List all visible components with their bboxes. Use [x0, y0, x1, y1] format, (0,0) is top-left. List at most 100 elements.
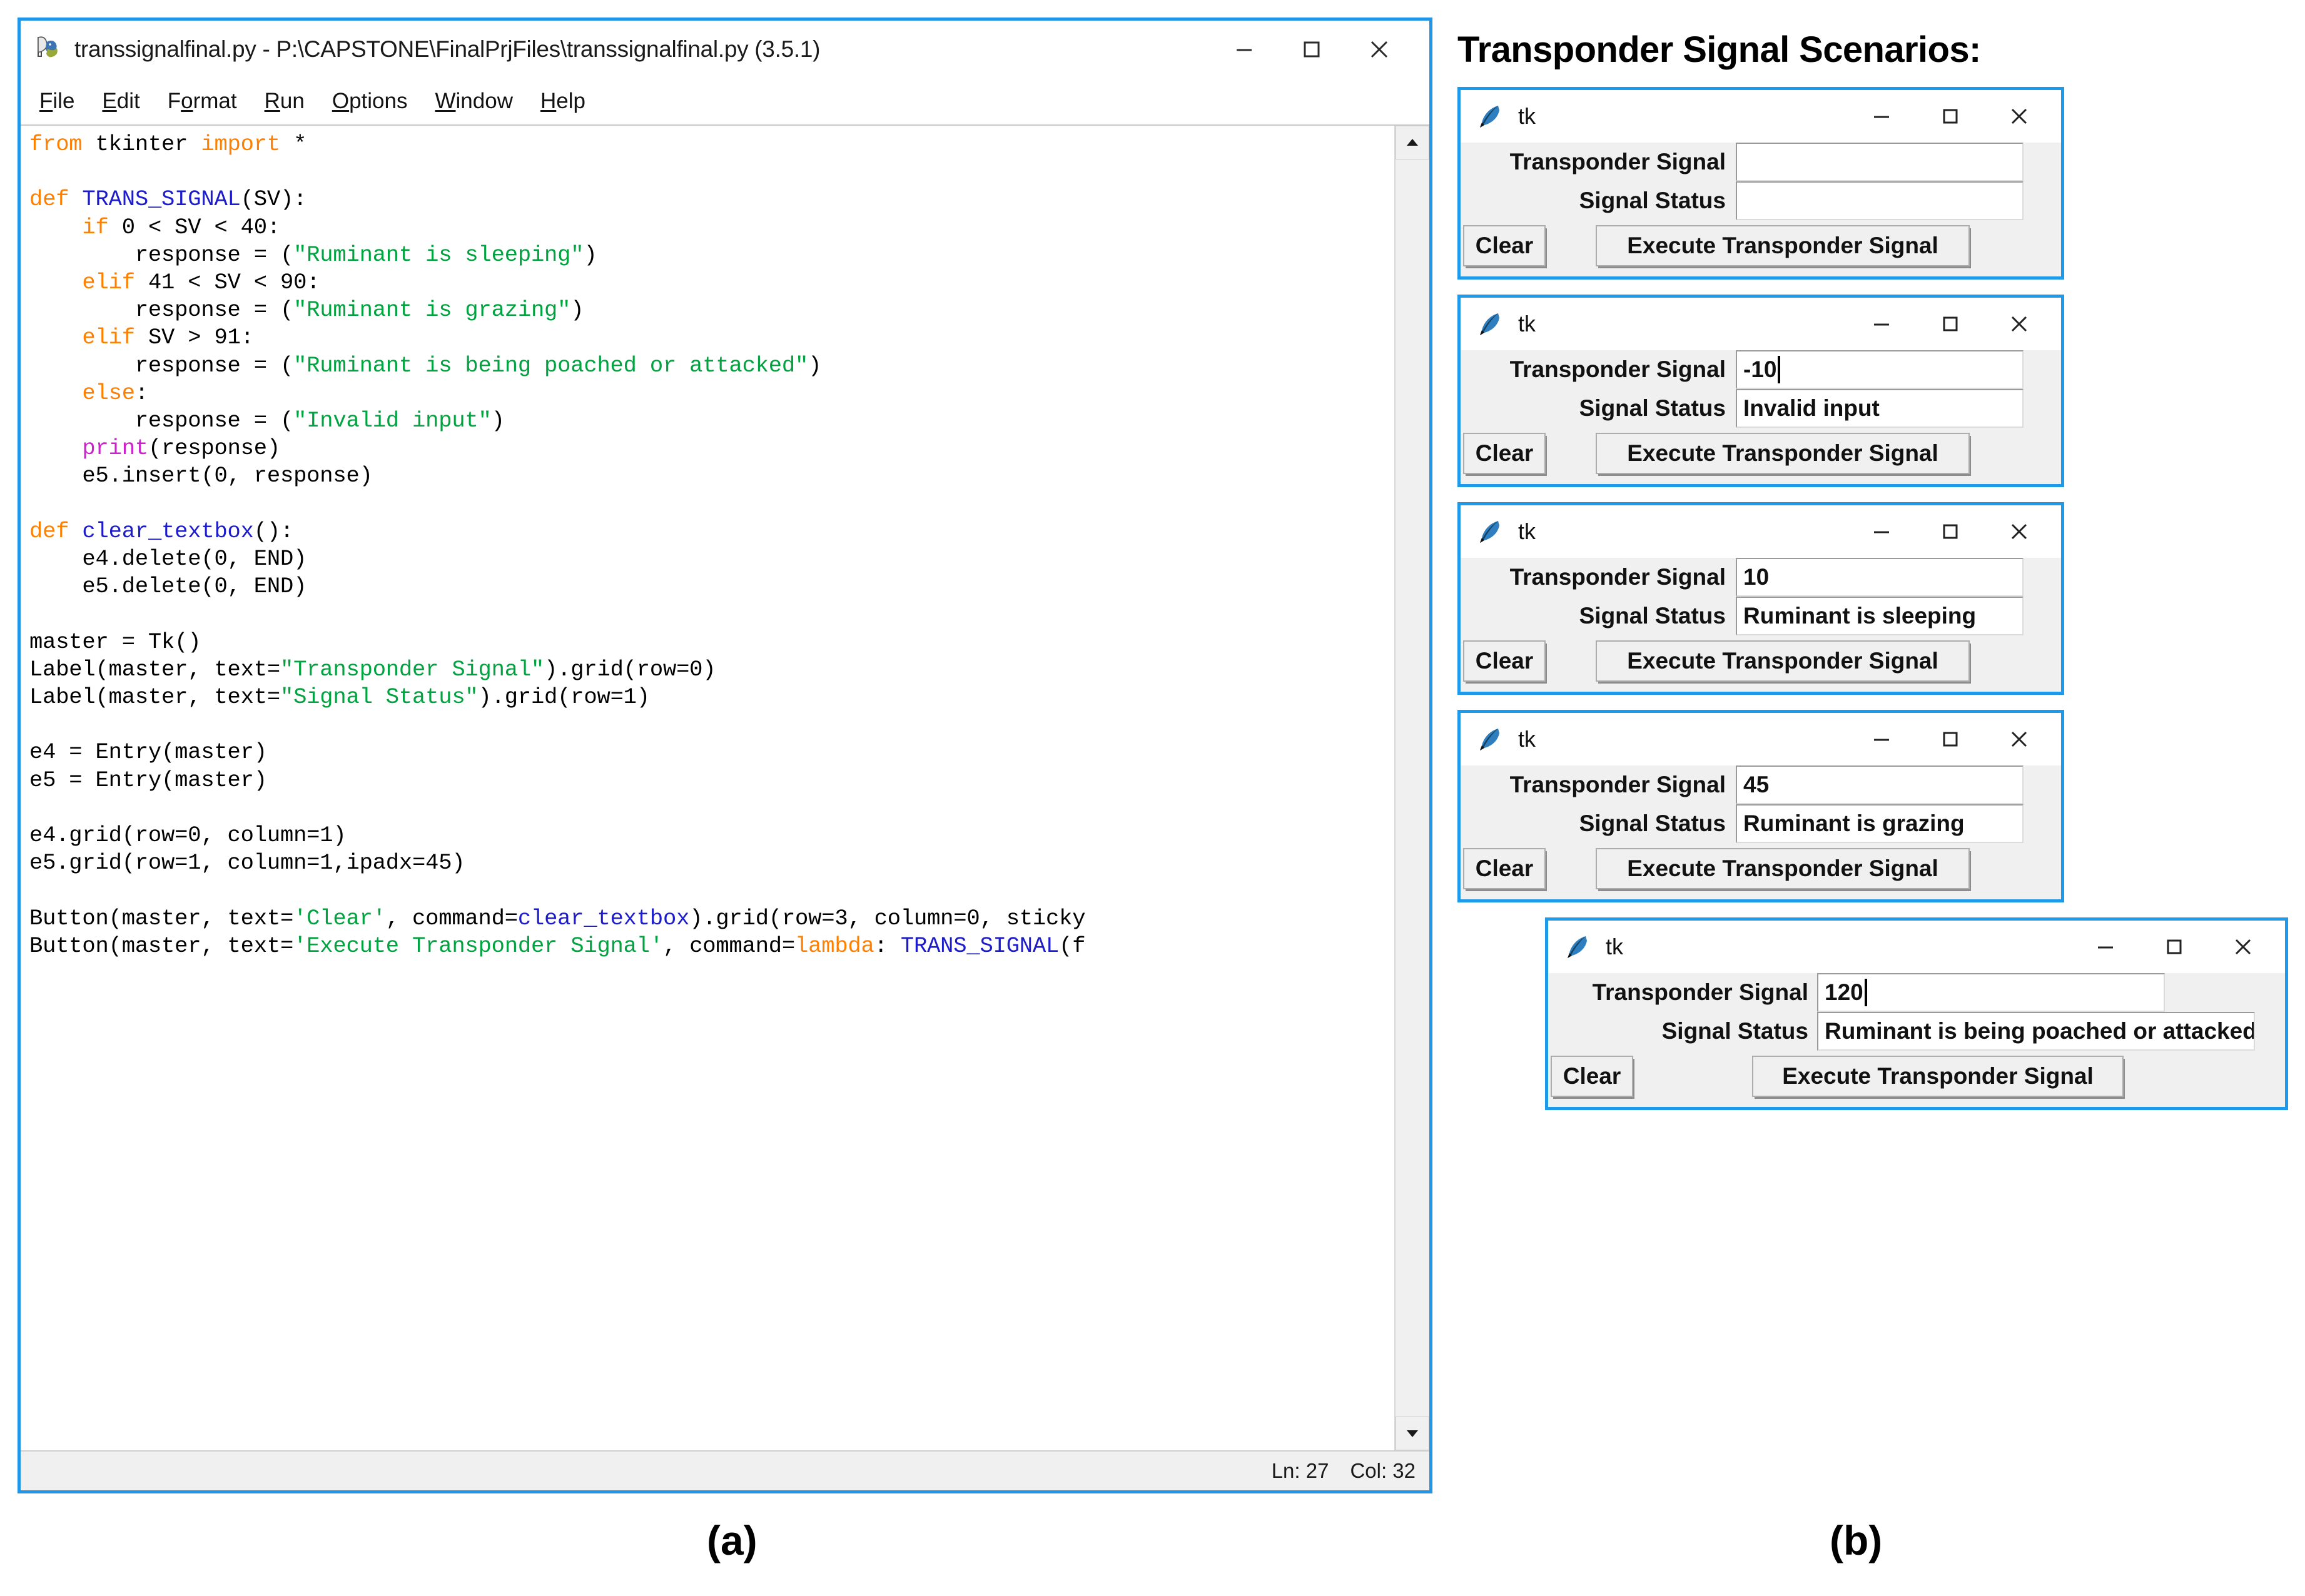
signal-row: Transponder Signal45 — [1461, 765, 2061, 804]
feather-icon — [1477, 310, 1504, 338]
minimize-icon[interactable] — [1847, 715, 1916, 763]
maximize-icon[interactable] — [1916, 508, 1985, 555]
close-icon[interactable] — [1985, 508, 2054, 555]
signal-status-label: Signal Status — [1461, 599, 1736, 633]
execute-transponder-signal-button[interactable]: Execute Transponder Signal — [1596, 848, 1970, 889]
feather-icon — [1477, 725, 1504, 753]
signal-status-label: Signal Status — [1461, 391, 1736, 425]
tk-titlebar: tk — [1461, 713, 2061, 765]
minimize-icon[interactable] — [1847, 93, 1916, 140]
feather-icon — [1564, 933, 1592, 961]
clear-button[interactable]: Clear — [1463, 225, 1546, 266]
idle-statusbar: Ln: 27 Col: 32 — [21, 1450, 1429, 1490]
execute-transponder-signal-button[interactable]: Execute Transponder Signal — [1596, 225, 1970, 266]
menu-file[interactable]: File — [39, 89, 74, 114]
tk-window-controls — [1847, 300, 2061, 348]
vertical-scrollbar[interactable] — [1394, 126, 1429, 1450]
tk-window-body: Transponder SignalSignal Status Clear Exec… — [1461, 143, 2061, 276]
scroll-up-icon[interactable] — [1396, 126, 1429, 159]
tk-window-title: tk — [1606, 934, 1623, 960]
clear-button[interactable]: Clear — [1551, 1056, 1633, 1097]
minimize-icon[interactable] — [1847, 300, 1916, 348]
signal-status-value: Invalid input — [1743, 395, 1880, 422]
status-row: Signal Status Ruminant is being poached o… — [1548, 1012, 2285, 1051]
execute-transponder-signal-button[interactable]: Execute Transponder Signal — [1596, 433, 1970, 474]
signal-status-label: Signal Status — [1461, 807, 1736, 841]
tk-window-title: tk — [1518, 311, 1536, 337]
close-icon[interactable] — [1345, 23, 1413, 76]
signal-status-input[interactable]: Ruminant is sleeping — [1736, 597, 2024, 635]
signal-status-label: Signal Status — [1548, 1014, 1817, 1048]
menu-format[interactable]: Format — [168, 89, 237, 114]
maximize-icon[interactable] — [1916, 300, 1985, 348]
tk-window-3: tkTransponder Signal10Signal StatusRumin… — [1457, 502, 2064, 695]
idle-window-controls — [1210, 23, 1429, 76]
transponder-signal-label: Transponder Signal — [1461, 768, 1736, 802]
transponder-signal-label: Transponder Signal — [1548, 976, 1817, 1009]
minimize-icon[interactable] — [2071, 923, 2140, 971]
signal-status-input[interactable]: Ruminant is being poached or attacked — [1817, 1012, 2255, 1051]
button-row: Clear Execute Transponder Signal — [1461, 428, 2061, 474]
menu-run[interactable]: Run — [265, 89, 305, 114]
tk-window-body: Transponder Signal 120 Signal Status Rumina… — [1548, 973, 2285, 1107]
menu-help[interactable]: Help — [540, 89, 585, 114]
minimize-icon[interactable] — [1847, 508, 1916, 555]
menu-window[interactable]: Window — [435, 89, 513, 114]
feather-icon — [1477, 103, 1504, 130]
tk-window-title: tk — [1518, 726, 1536, 752]
maximize-icon[interactable] — [2140, 923, 2209, 971]
close-icon[interactable] — [1985, 300, 2054, 348]
execute-transponder-signal-button[interactable]: Execute Transponder Signal — [1752, 1056, 2124, 1097]
idle-menubar: File Edit Format Run Options Window Help — [21, 78, 1429, 124]
idle-titlebar: transsignalfinal.py - P:\CAPSTONE\FinalP… — [21, 21, 1429, 78]
tk-window-1: tkTransponder SignalSignal StatusClearEx… — [1457, 87, 2064, 280]
tk-window-list: tkTransponder SignalSignal StatusClearEx… — [1457, 87, 2289, 1110]
signal-status-input[interactable]: Ruminant is grazing — [1736, 804, 2024, 843]
signal-row: Transponder Signal10 — [1461, 558, 2061, 597]
clear-button[interactable]: Clear — [1463, 640, 1546, 682]
signal-status-value: Ruminant is being poached or attacked — [1825, 1018, 2255, 1044]
clear-button[interactable]: Clear — [1463, 433, 1546, 474]
button-row: Clear Execute Transponder Signal — [1548, 1051, 2285, 1097]
tk-window-controls — [2071, 923, 2285, 971]
text-caret — [1778, 356, 1780, 383]
menu-edit[interactable]: Edit — [102, 89, 139, 114]
signal-status-input[interactable]: Invalid input — [1736, 389, 2024, 428]
maximize-icon[interactable] — [1278, 23, 1345, 76]
transponder-signal-label: Transponder Signal — [1461, 145, 1736, 179]
transponder-signal-input[interactable] — [1736, 143, 2024, 181]
scenarios-panel: Transponder Signal Scenarios: tkTranspon… — [1457, 15, 2289, 1516]
transponder-signal-value: -10 — [1743, 356, 1776, 383]
code-editor[interactable]: from tkinter import * def TRANS_SIGNAL(S… — [21, 126, 1394, 1450]
menu-options[interactable]: Options — [332, 89, 408, 114]
status-column: Col: 32 — [1350, 1459, 1416, 1483]
maximize-icon[interactable] — [1916, 715, 1985, 763]
signal-status-input[interactable] — [1736, 181, 2024, 220]
tk-titlebar: tk — [1461, 505, 2061, 558]
transponder-signal-value: 120 — [1825, 979, 1863, 1006]
transponder-signal-input[interactable]: 10 — [1736, 558, 2024, 597]
transponder-signal-input[interactable]: 45 — [1736, 765, 2024, 804]
signal-row: Transponder Signal 120 — [1548, 973, 2285, 1012]
minimize-icon[interactable] — [1210, 23, 1278, 76]
maximize-icon[interactable] — [1916, 93, 1985, 140]
python-idle-icon — [34, 35, 63, 64]
idle-editor-area: from tkinter import * def TRANS_SIGNAL(S… — [21, 124, 1429, 1450]
clear-button[interactable]: Clear — [1463, 848, 1546, 889]
idle-title-text: transsignalfinal.py - P:\CAPSTONE\FinalP… — [74, 36, 820, 63]
close-icon[interactable] — [1985, 93, 2054, 140]
transponder-signal-input[interactable]: 120 — [1817, 973, 2165, 1012]
button-row: Clear Execute Transponder Signal — [1461, 220, 2061, 266]
close-icon[interactable] — [2209, 923, 2277, 971]
close-icon[interactable] — [1985, 715, 2054, 763]
tk-window-body: Transponder Signal-10Signal StatusInvali… — [1461, 350, 2061, 484]
transponder-signal-value: 10 — [1743, 564, 1769, 590]
status-row: Signal Status Invalid input — [1461, 389, 2061, 428]
transponder-signal-input[interactable]: -10 — [1736, 350, 2024, 389]
feather-icon — [1477, 518, 1504, 545]
scroll-down-icon[interactable] — [1396, 1417, 1429, 1450]
tk-titlebar: tk — [1461, 298, 2061, 350]
idle-editor-window: transsignalfinal.py - P:\CAPSTONE\FinalP… — [18, 18, 1432, 1493]
status-row: Signal Status — [1461, 181, 2061, 220]
execute-transponder-signal-button[interactable]: Execute Transponder Signal — [1596, 640, 1970, 682]
